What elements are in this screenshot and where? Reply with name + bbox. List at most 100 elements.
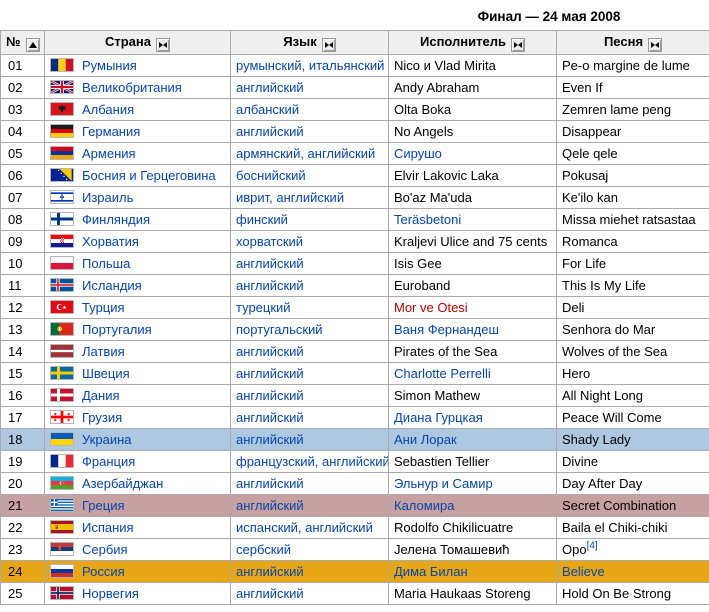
position-cell: 25 bbox=[1, 583, 45, 605]
performer-link[interactable]: Charlotte Perrelli bbox=[394, 366, 491, 381]
country-link[interactable]: Португалия bbox=[82, 323, 152, 338]
performer-cell: Ани Лорак bbox=[389, 429, 557, 451]
song-text: Pe-o margine de lume bbox=[562, 58, 690, 73]
country-link[interactable]: Грузия bbox=[82, 411, 122, 426]
position-cell: 03 bbox=[1, 99, 45, 121]
country-link[interactable]: Германия bbox=[82, 125, 140, 140]
country-link[interactable]: Латвия bbox=[82, 345, 125, 360]
performer-link[interactable]: Teräsbetoni bbox=[394, 212, 461, 227]
country-link[interactable]: Румыния bbox=[82, 59, 137, 74]
language-link[interactable]: турецкий bbox=[236, 300, 291, 315]
language-link[interactable]: английский bbox=[236, 80, 304, 95]
country-link[interactable]: Великобритания bbox=[82, 81, 182, 96]
song-text: Hero bbox=[562, 366, 590, 381]
language-link[interactable]: иврит, английский bbox=[236, 190, 344, 205]
language-link[interactable]: английский bbox=[236, 564, 304, 579]
performer-link[interactable]: Эльнур и Самир bbox=[394, 476, 493, 491]
entry-row: 23СербиясербскийЈелена ТомашевићОро[4] bbox=[1, 539, 709, 561]
country-link[interactable]: Армения bbox=[82, 147, 136, 162]
country-link[interactable]: Сербия bbox=[82, 543, 128, 558]
song-link[interactable]: Believe bbox=[562, 564, 605, 579]
song-text: This Is My Life bbox=[562, 278, 646, 293]
language-link[interactable]: румынский, итальянский bbox=[236, 58, 384, 73]
language-link[interactable]: английский bbox=[236, 476, 304, 491]
language-link[interactable]: португальский bbox=[236, 322, 323, 337]
performer-link[interactable]: Ваня Фернандеш bbox=[394, 322, 499, 337]
song-cell: Shady Lady bbox=[557, 429, 709, 451]
country-cell: Польша bbox=[45, 253, 231, 275]
language-link[interactable]: английский bbox=[236, 410, 304, 425]
performer-link[interactable]: Дима Билан bbox=[394, 564, 468, 579]
language-link[interactable]: английский bbox=[236, 278, 304, 293]
sort-button[interactable] bbox=[156, 38, 170, 52]
song-cell: Wolves of the Sea bbox=[557, 341, 709, 363]
country-link[interactable]: Хорватия bbox=[82, 235, 139, 250]
sort-ascending-button[interactable] bbox=[26, 38, 40, 52]
language-link[interactable]: английский bbox=[236, 124, 304, 139]
country-link[interactable]: Албания bbox=[82, 103, 134, 118]
language-cell: английский bbox=[231, 77, 389, 99]
position-cell: 08 bbox=[1, 209, 45, 231]
country-link[interactable]: Турция bbox=[82, 301, 125, 316]
flag-georgia-icon bbox=[50, 410, 74, 424]
country-cell: Германия bbox=[45, 121, 231, 143]
country-link[interactable]: Россия bbox=[82, 565, 125, 580]
column-header-label: Язык bbox=[283, 34, 316, 49]
country-link[interactable]: Босния и Герцеговина bbox=[82, 169, 216, 184]
country-link[interactable]: Азербайджан bbox=[82, 477, 163, 492]
country-cell: Дания bbox=[45, 385, 231, 407]
sort-button[interactable] bbox=[322, 38, 336, 52]
header-row: №СтранаЯзыкИсполнительПесня bbox=[1, 31, 709, 55]
language-link[interactable]: албанский bbox=[236, 102, 299, 117]
country-link[interactable]: Дания bbox=[82, 389, 120, 404]
language-link[interactable]: хорватский bbox=[236, 234, 303, 249]
language-link[interactable]: английский bbox=[236, 388, 304, 403]
country-link[interactable]: Израиль bbox=[82, 191, 133, 206]
language-link[interactable]: французский, английский bbox=[236, 454, 389, 469]
performer-link[interactable]: Ани Лорак bbox=[394, 432, 457, 447]
country-cell: Латвия bbox=[45, 341, 231, 363]
column-header-label: № bbox=[6, 34, 21, 49]
language-link[interactable]: сербский bbox=[236, 542, 291, 557]
language-link[interactable]: английский bbox=[236, 498, 304, 513]
language-cell: английский bbox=[231, 495, 389, 517]
country-cell: Грузия bbox=[45, 407, 231, 429]
country-link[interactable]: Норвегия bbox=[82, 587, 139, 602]
language-link[interactable]: английский bbox=[236, 586, 304, 601]
sort-button[interactable] bbox=[648, 38, 662, 52]
sort-button[interactable] bbox=[511, 38, 525, 52]
performer-text: Isis Gee bbox=[394, 256, 442, 271]
language-link[interactable]: боснийский bbox=[236, 168, 306, 183]
country-link[interactable]: Польша bbox=[82, 257, 130, 272]
position-cell: 13 bbox=[1, 319, 45, 341]
song-text: Even If bbox=[562, 80, 602, 95]
country-cell: Исландия bbox=[45, 275, 231, 297]
language-link[interactable]: английский bbox=[236, 344, 304, 359]
country-link[interactable]: Исландия bbox=[82, 279, 142, 294]
country-link[interactable]: Франция bbox=[82, 455, 135, 470]
country-link[interactable]: Испания bbox=[82, 521, 134, 536]
language-link[interactable]: испанский, английский bbox=[236, 520, 373, 535]
flag-croatia-icon bbox=[50, 234, 74, 248]
language-link[interactable]: финский bbox=[236, 212, 288, 227]
footnote-link[interactable]: [4] bbox=[587, 541, 598, 552]
performer-link[interactable]: Каломира bbox=[394, 498, 454, 513]
country-link[interactable]: Финляндия bbox=[82, 213, 150, 228]
country-link[interactable]: Греция bbox=[82, 499, 125, 514]
language-cell: португальский bbox=[231, 319, 389, 341]
performer-red-link[interactable]: Mor ve Otesi bbox=[394, 300, 468, 315]
performer-text: Bo'az Ma'uda bbox=[394, 190, 472, 205]
language-link[interactable]: английский bbox=[236, 366, 304, 381]
flag-armenia-icon bbox=[50, 146, 74, 160]
performer-cell: Teräsbetoni bbox=[389, 209, 557, 231]
song-cell: Even If bbox=[557, 77, 709, 99]
language-link[interactable]: английский bbox=[236, 256, 304, 271]
performer-link[interactable]: Сирушо bbox=[394, 146, 442, 161]
language-link[interactable]: армянский, английский bbox=[236, 146, 375, 161]
country-link[interactable]: Швеция bbox=[82, 367, 130, 382]
performer-link[interactable]: Диана Гурцкая bbox=[394, 410, 483, 425]
flag-romania-icon bbox=[50, 58, 74, 72]
country-link[interactable]: Украина bbox=[82, 433, 132, 448]
language-link[interactable]: английский bbox=[236, 432, 304, 447]
song-cell: Pe-o margine de lume bbox=[557, 55, 709, 77]
